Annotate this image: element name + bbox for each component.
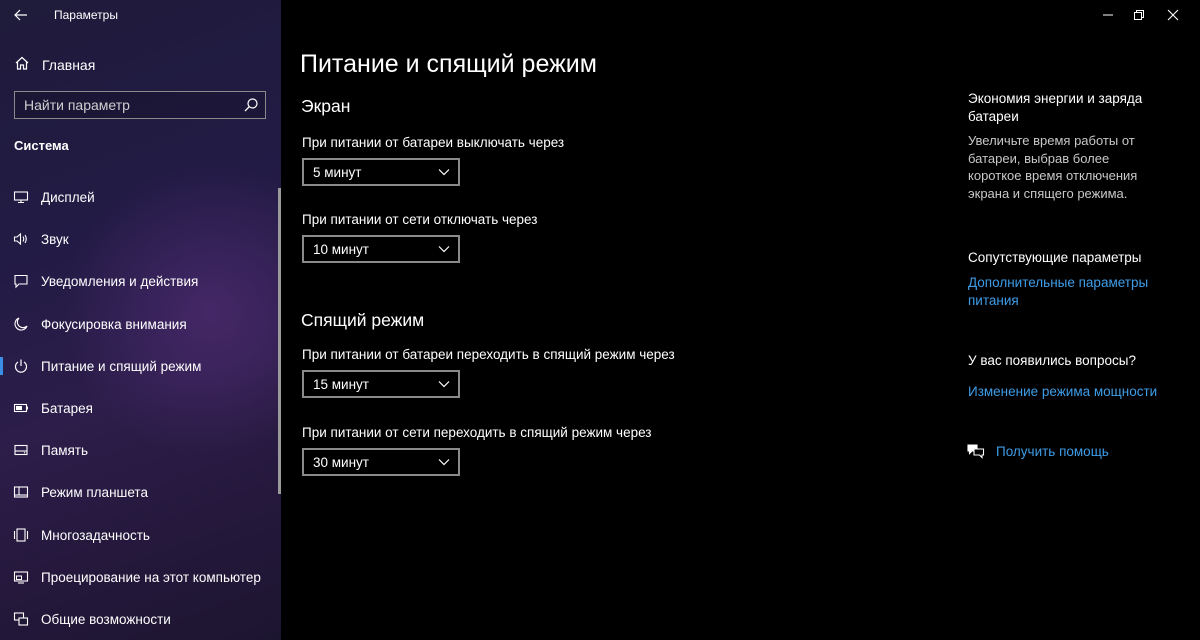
multitask-icon xyxy=(13,527,29,542)
sidebar-item-label: Общие возможности xyxy=(41,611,171,627)
sidebar-item-focus-assist[interactable]: Фокусировка внимания xyxy=(0,303,281,345)
home-nav-item[interactable]: Главная xyxy=(0,52,281,78)
sleep-battery-label: При питании от батареи переходить в спящ… xyxy=(302,347,675,362)
page-title: Питание и спящий режим xyxy=(300,50,597,78)
sidebar-nav: Дисплей Звук Уведомления и действия Фоку… xyxy=(0,176,281,640)
tip-title: Экономия энергии и заряда батареи xyxy=(968,91,1143,124)
sleep-plugged-label: При питании от сети переходить в спящий … xyxy=(302,425,652,440)
storage-icon xyxy=(14,445,28,456)
chevron-down-icon xyxy=(438,381,450,388)
sidebar-item-label: Питание и спящий режим xyxy=(41,358,202,374)
chevron-down-icon xyxy=(438,459,450,466)
speaker-icon xyxy=(13,232,27,246)
home-icon xyxy=(15,56,29,70)
section-title: Система xyxy=(14,138,69,153)
sidebar-item-storage[interactable]: Память xyxy=(0,429,281,471)
main-content: Питание и спящий режим Экран При питании… xyxy=(281,0,1200,640)
back-button[interactable] xyxy=(9,4,33,26)
sleep-battery-dropdown[interactable]: 15 минут xyxy=(302,370,460,398)
screen-battery-dropdown[interactable]: 5 минут xyxy=(302,158,460,186)
sidebar-item-label: Звук xyxy=(41,232,69,248)
close-icon xyxy=(1167,9,1179,21)
sidebar-item-tablet-mode[interactable]: Режим планшета xyxy=(0,471,281,513)
questions-title: У вас появились вопросы? xyxy=(968,353,1136,368)
shared-icon xyxy=(13,612,29,626)
sidebar-item-label: Проецирование на этот компьютер xyxy=(41,569,261,585)
project-icon xyxy=(13,571,29,584)
sidebar-item-sound[interactable]: Звук xyxy=(0,218,281,260)
app-title: Параметры xyxy=(54,8,118,22)
screen-plugged-dropdown[interactable]: 10 минут xyxy=(302,235,460,263)
sidebar-item-multitasking[interactable]: Многозадачность xyxy=(0,514,281,556)
search-box[interactable] xyxy=(14,91,266,119)
screen-battery-label: При питании от батареи выключать через xyxy=(302,135,565,150)
additional-power-settings-link[interactable]: Дополнительные параметры питания xyxy=(968,274,1168,310)
monitor-icon xyxy=(13,191,29,204)
dropdown-value: 30 минут xyxy=(313,455,369,470)
sidebar-item-power-sleep[interactable]: Питание и спящий режим xyxy=(0,345,281,387)
moon-icon xyxy=(14,317,28,331)
related-settings-title: Сопутствующие параметры xyxy=(968,250,1142,265)
sidebar-item-label: Фокусировка внимания xyxy=(41,316,187,332)
notification-icon xyxy=(14,275,28,289)
titlebar-left: Параметры xyxy=(0,0,281,30)
battery-icon xyxy=(13,403,28,412)
sleep-plugged-dropdown[interactable]: 30 минут xyxy=(302,448,460,476)
sidebar-item-display[interactable]: Дисплей xyxy=(0,176,281,218)
chat-help-icon xyxy=(967,444,985,459)
tip-text: Увеличьте время работы от батареи, выбра… xyxy=(968,133,1138,201)
screen-section-title: Экран xyxy=(301,96,351,116)
dropdown-value: 15 минут xyxy=(313,377,369,392)
sidebar-item-label: Память xyxy=(41,443,89,459)
sidebar-item-label: Многозадачность xyxy=(41,527,150,543)
tablet-icon xyxy=(13,486,29,498)
change-power-mode-link[interactable]: Изменение режима мощности xyxy=(968,383,1168,401)
sidebar-item-label: Батарея xyxy=(41,400,93,416)
sidebar-item-shared-experiences[interactable]: Общие возможности xyxy=(0,598,281,640)
sidebar-item-battery[interactable]: Батарея xyxy=(0,387,281,429)
sidebar-item-label: Режим планшета xyxy=(41,485,148,501)
sidebar-item-label: Дисплей xyxy=(41,190,95,205)
home-label: Главная xyxy=(42,57,96,73)
search-input[interactable] xyxy=(24,96,234,114)
sidebar-item-projecting[interactable]: Проецирование на этот компьютер xyxy=(0,556,281,598)
sidebar-item-notifications[interactable]: Уведомления и действия xyxy=(0,260,281,302)
chevron-down-icon xyxy=(438,246,450,253)
close-button[interactable] xyxy=(1150,4,1196,26)
get-help-link[interactable]: Получить помощь xyxy=(996,443,1196,461)
screen-plugged-label: При питании от сети отключать через xyxy=(302,212,538,227)
sleep-section-title: Спящий режим xyxy=(301,310,425,330)
power-icon xyxy=(14,359,28,373)
back-arrow-icon xyxy=(14,9,27,21)
dropdown-value: 10 минут xyxy=(313,242,369,257)
search-icon[interactable] xyxy=(243,97,259,113)
restore-icon xyxy=(1134,10,1144,20)
sidebar: Параметры Главная Система Дисплей Звук У… xyxy=(0,0,281,640)
dropdown-value: 5 минут xyxy=(313,165,362,180)
sidebar-item-label: Уведомления и действия xyxy=(41,274,199,290)
minimize-icon xyxy=(1103,14,1113,16)
chevron-down-icon xyxy=(438,169,450,176)
